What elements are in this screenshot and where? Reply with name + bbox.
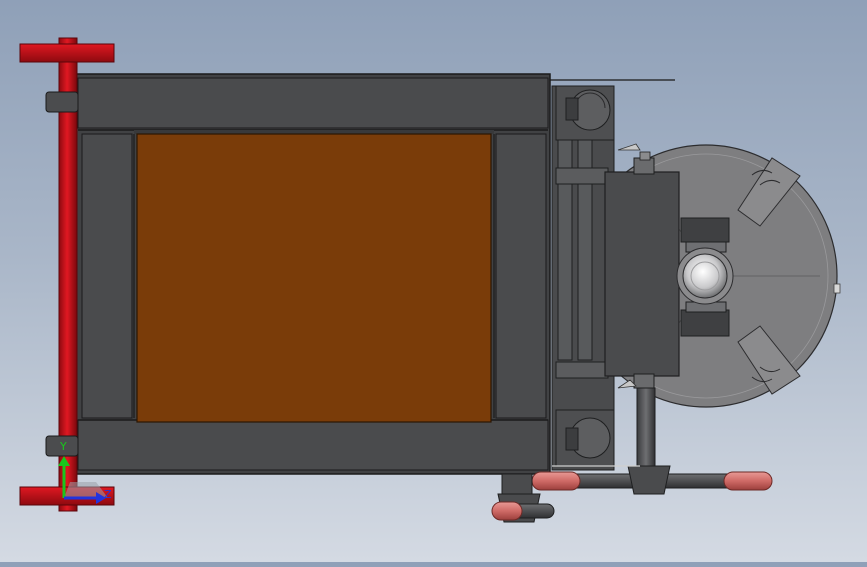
lower-bearing-block (555, 409, 615, 467)
slide-block[interactable] (604, 143, 680, 389)
top-bolt (639, 151, 651, 161)
upper-bearing-block (555, 85, 615, 141)
model-view[interactable] (0, 0, 867, 562)
top-beam (77, 77, 549, 129)
spindle[interactable] (676, 217, 734, 337)
left-post (81, 133, 133, 419)
y-axis-label: Y (60, 440, 67, 453)
right-post (495, 133, 547, 419)
handle-grip-left[interactable] (531, 471, 581, 491)
rail-clamp-top (45, 91, 79, 113)
graphics-viewport[interactable]: Y Z (0, 0, 867, 562)
handle-grip-right[interactable] (723, 471, 773, 491)
rail-top-crossbar (19, 43, 115, 63)
main-frame[interactable] (75, 73, 551, 475)
brown-plate[interactable] (136, 133, 492, 423)
top-clip (617, 143, 641, 151)
z-axis-label: Z (104, 488, 112, 501)
spindle-bore (682, 253, 728, 299)
handle-grip-lower[interactable] (491, 501, 523, 521)
chuck-key-socket (833, 283, 841, 294)
bottom-beam (77, 419, 549, 471)
